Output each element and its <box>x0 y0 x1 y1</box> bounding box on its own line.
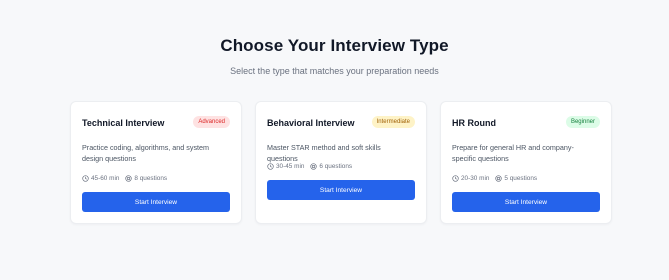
clock-icon <box>82 175 89 182</box>
questions-info: 6 questions <box>310 163 352 170</box>
card-meta: 30-45 min 6 questions <box>267 163 358 170</box>
start-interview-button[interactable]: Start Interview <box>452 192 600 212</box>
card-meta: 20-30 min 5 questions <box>452 175 543 182</box>
page-title: Choose Your Interview Type <box>220 36 449 55</box>
card-title: Technical Interview <box>82 118 165 128</box>
duration-info: 30-45 min <box>267 163 304 170</box>
duration-text: 45-60 min <box>91 175 120 182</box>
card-description: Master STAR method and soft skills quest… <box>267 143 381 163</box>
card-meta: 45-60 min 8 questions <box>82 175 173 182</box>
card-description: Practice coding, algorithms, and system … <box>82 143 210 163</box>
difficulty-badge: Intermediate <box>371 116 415 128</box>
start-interview-button[interactable]: Start Interview <box>267 180 415 200</box>
target-icon <box>495 175 503 182</box>
questions-info: 8 questions <box>125 175 167 182</box>
target-icon <box>310 163 318 170</box>
target-icon <box>125 175 133 182</box>
card-title: Behavioral Interview <box>267 118 355 128</box>
questions-text: 5 questions <box>504 175 538 182</box>
interview-card-hr: HR Round Beginner Prepare for general HR… <box>440 101 612 224</box>
page-subtitle: Select the type that matches your prepar… <box>230 66 439 76</box>
clock-icon <box>267 163 274 170</box>
duration-info: 45-60 min <box>82 175 119 182</box>
questions-text: 6 questions <box>319 163 353 170</box>
difficulty-badge: Advanced <box>193 116 230 128</box>
interview-card-technical: Technical Interview Advanced Practice co… <box>70 101 242 224</box>
clock-icon <box>452 175 459 182</box>
questions-info: 5 questions <box>495 175 537 182</box>
questions-text: 8 questions <box>134 175 168 182</box>
card-description: Prepare for general HR and company-speci… <box>452 143 574 163</box>
card-title: HR Round <box>452 118 496 128</box>
duration-text: 30-45 min <box>276 163 305 170</box>
interview-card-behavioral: Behavioral Interview Intermediate Master… <box>255 101 427 224</box>
start-interview-button[interactable]: Start Interview <box>82 192 230 212</box>
page-background: Choose Your Interview Type Select the ty… <box>0 0 669 280</box>
duration-text: 20-30 min <box>461 175 490 182</box>
duration-info: 20-30 min <box>452 175 489 182</box>
difficulty-badge: Beginner <box>565 116 600 128</box>
